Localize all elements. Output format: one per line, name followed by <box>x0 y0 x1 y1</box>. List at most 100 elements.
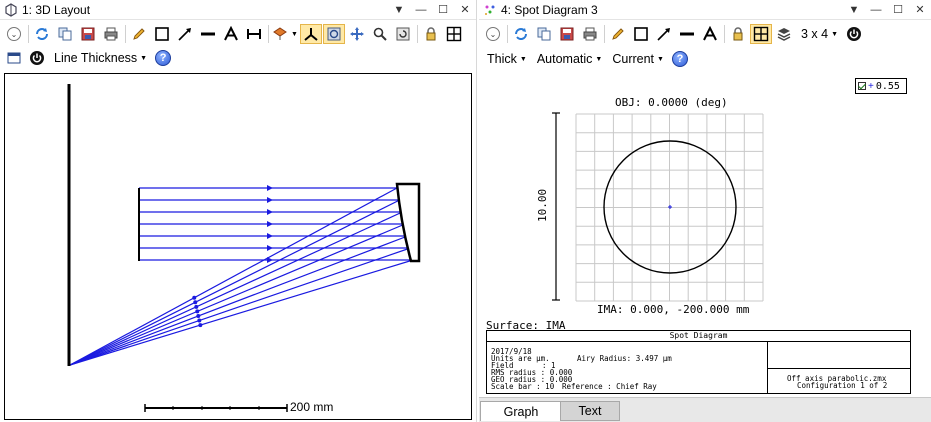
layout-grid-button[interactable] <box>443 24 465 44</box>
ray-segment <box>69 187 398 366</box>
pencil-button[interactable] <box>607 24 629 44</box>
pencil-icon <box>133 28 145 40</box>
text-button[interactable] <box>220 24 242 44</box>
rectangle-button[interactable] <box>151 24 173 44</box>
spot-window-icon <box>485 5 495 15</box>
tab-graph[interactable]: Graph <box>480 401 562 421</box>
spot-plot-area[interactable]: + 0.55 OBJ: 0.0000 (deg) 10.00 IMA: 0.00… <box>481 74 929 396</box>
ray-arrow <box>267 221 273 227</box>
help-icon: ? <box>155 50 172 66</box>
power-icon <box>847 27 862 41</box>
line-button[interactable] <box>197 24 219 44</box>
refresh-button[interactable] <box>31 24 53 44</box>
scale-bar <box>144 404 288 412</box>
toolbar-divider <box>724 25 725 43</box>
printer-icon <box>583 27 597 41</box>
save-image-button[interactable] <box>556 24 578 44</box>
layout-toolbar-2: Line Thickness ▼ ? <box>0 46 476 70</box>
power-toggle-button[interactable] <box>26 48 48 68</box>
toolbar-divider <box>28 25 29 43</box>
rotate-view-icon <box>273 27 287 40</box>
copy-icon <box>537 27 551 41</box>
line-button[interactable] <box>676 24 698 44</box>
lock-button[interactable] <box>727 24 749 44</box>
spot-point <box>668 205 672 209</box>
auto-rotate-icon <box>327 27 341 41</box>
auto-rotate-button[interactable] <box>323 24 345 44</box>
text-a-icon <box>703 26 717 41</box>
thick-dropdown[interactable]: Thick ▼ <box>482 49 532 69</box>
ray-arrow <box>267 245 273 251</box>
current-dropdown[interactable]: Current ▼ <box>607 49 669 69</box>
line-thickness-dropdown[interactable]: Line Thickness ▼ <box>49 48 152 68</box>
info-configuration: Configuration 1 of 2 <box>797 381 888 390</box>
reset-view-button[interactable] <box>392 24 414 44</box>
pan-button[interactable] <box>346 24 368 44</box>
layout-canvas[interactable]: 200 mm <box>4 73 472 420</box>
text-button[interactable] <box>699 24 721 44</box>
layout-menu-chevron-icon[interactable]: ▼ <box>388 0 410 20</box>
tab-text-label: Text <box>578 404 602 418</box>
spot-maximize-button[interactable]: ☐ <box>887 0 909 20</box>
line-icon <box>201 32 215 36</box>
pencil-button[interactable] <box>128 24 150 44</box>
zoom-button[interactable] <box>369 24 391 44</box>
zoom-icon <box>373 27 387 41</box>
ray-segment <box>69 211 403 366</box>
ray-arrow <box>194 304 199 309</box>
help-button[interactable]: ? <box>669 49 691 69</box>
save-icon <box>560 27 574 41</box>
spot-close-button[interactable]: ✕ <box>909 0 931 20</box>
layout-close-button[interactable]: ✕ <box>454 0 476 20</box>
print-button[interactable] <box>100 24 122 44</box>
power-toggle-button[interactable] <box>843 24 865 44</box>
spot-minimize-button[interactable]: — <box>865 0 887 20</box>
settings-chevron-button[interactable]: ⌄ <box>3 24 25 44</box>
ray-segment <box>69 223 406 366</box>
rotate-view-button[interactable]: ▼ <box>271 24 299 44</box>
dropdown-caret-icon: ▼ <box>595 55 603 63</box>
help-button[interactable]: ? <box>152 48 174 68</box>
save-image-button[interactable] <box>77 24 99 44</box>
dropdown-caret-icon: ▼ <box>657 55 664 63</box>
spot-toolbar-2: Thick ▼ Automatic ▼ Current ▼ ? <box>479 47 931 71</box>
layout-grid-button[interactable] <box>750 24 772 44</box>
ray-segment <box>69 247 411 366</box>
ray-arrow <box>267 197 273 203</box>
arrow-button[interactable] <box>653 24 675 44</box>
chevron-down-icon: ⌄ <box>486 27 500 41</box>
thick-label: Thick <box>487 52 517 66</box>
copy-button[interactable] <box>533 24 555 44</box>
arrow-button[interactable] <box>174 24 196 44</box>
power-icon <box>30 51 44 65</box>
toolbar-divider <box>417 25 418 43</box>
ray-arrow <box>192 295 197 300</box>
print-button[interactable] <box>579 24 601 44</box>
layers-icon <box>777 28 791 41</box>
ray-arrow <box>195 309 200 314</box>
ray-arrow <box>267 233 273 239</box>
dropdown-caret-icon: ▼ <box>519 55 527 63</box>
lock-button[interactable] <box>420 24 442 44</box>
options-button[interactable] <box>3 48 25 68</box>
text-a-icon <box>224 26 238 41</box>
image-coordinate-label: IMA: 0.000, -200.000 mm <box>597 303 750 316</box>
scale-bar-label: 200 mm <box>290 400 334 414</box>
copy-button[interactable] <box>54 24 76 44</box>
automatic-label: Automatic <box>536 52 593 66</box>
settings-chevron-button[interactable]: ⌄ <box>482 24 504 44</box>
axes-button[interactable] <box>300 24 322 44</box>
info-header: Spot Diagram <box>487 331 910 342</box>
rectangle-button[interactable] <box>630 24 652 44</box>
dimension-button[interactable] <box>243 24 265 44</box>
refresh-button[interactable] <box>510 24 532 44</box>
automatic-dropdown[interactable]: Automatic ▼ <box>532 49 608 69</box>
layout-minimize-button[interactable]: — <box>410 0 432 20</box>
printer-icon <box>104 27 118 41</box>
layout-maximize-button[interactable]: ☐ <box>432 0 454 20</box>
tab-text[interactable]: Text <box>560 401 620 421</box>
stack-button[interactable] <box>773 24 795 44</box>
tab-graph-label: Graph <box>503 404 539 419</box>
grid-size-dropdown[interactable]: 3 x 4 ▼ <box>796 24 843 44</box>
spot-menu-chevron-icon[interactable]: ▼ <box>843 0 865 20</box>
